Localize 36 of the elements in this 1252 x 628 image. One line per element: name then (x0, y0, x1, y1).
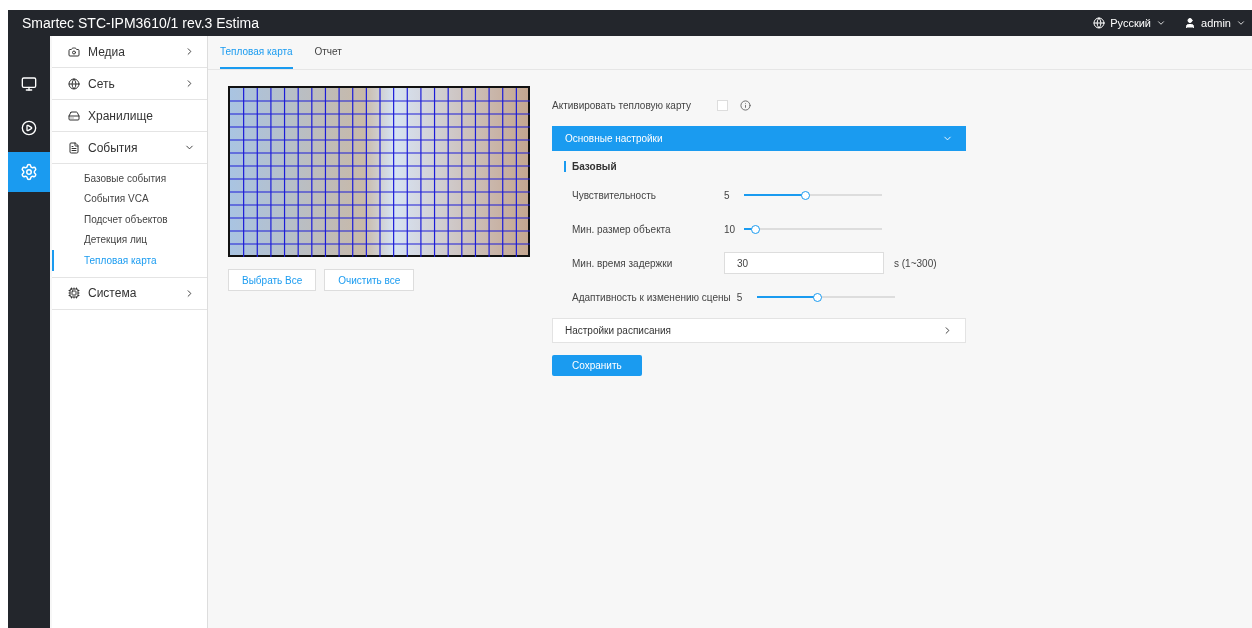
field-label: Мин. время задержки (571, 257, 674, 269)
user-menu[interactable]: admin (1184, 17, 1246, 29)
play-icon (21, 120, 37, 136)
globe-icon (1093, 17, 1106, 29)
language-menu[interactable]: Русский (1093, 17, 1167, 29)
slider-thumb[interactable] (813, 292, 823, 302)
field-label: Адаптивность к изменению сцены (571, 291, 732, 303)
submenu-item[interactable]: Подсчет объектов (52, 209, 207, 230)
enable-label: Активировать тепловую карту (552, 99, 691, 111)
camera-icon (68, 45, 80, 58)
info-icon[interactable] (740, 99, 751, 111)
storage-icon (68, 109, 80, 122)
section-title: Базовый (564, 161, 617, 172)
chevron-icon (1236, 18, 1246, 28)
chevron-icon (1156, 18, 1167, 28)
field-label: Чувствительность (571, 189, 657, 201)
unit-label: s (1~300) (894, 257, 937, 269)
app-title: Smartec STC-IPM3610/1 rev.3 Estima (22, 15, 261, 31)
tab[interactable]: Отчет (314, 36, 342, 69)
submenu-item[interactable]: Базовые события (52, 168, 207, 189)
settings-icon (20, 163, 38, 181)
slider-reading: 10 (724, 223, 737, 235)
slider-reading: 5 (736, 291, 744, 303)
submenu-item[interactable]: События VCA (52, 188, 207, 209)
panel-header[interactable]: Настройки расписания (552, 318, 966, 343)
globe-icon (68, 77, 80, 90)
slider-reading: 5 (724, 189, 731, 201)
monitor-icon (21, 76, 37, 92)
slider-thumb[interactable] (800, 190, 810, 200)
user-icon (1184, 17, 1197, 29)
document-icon (68, 141, 80, 154)
enable-checkbox[interactable] (717, 99, 728, 111)
field-label: Мин. размер объекта (571, 223, 672, 235)
slider-thumb[interactable] (751, 224, 761, 234)
submenu-item[interactable]: Детекция лиц (52, 229, 207, 250)
input-field[interactable]: 30 (724, 252, 884, 274)
